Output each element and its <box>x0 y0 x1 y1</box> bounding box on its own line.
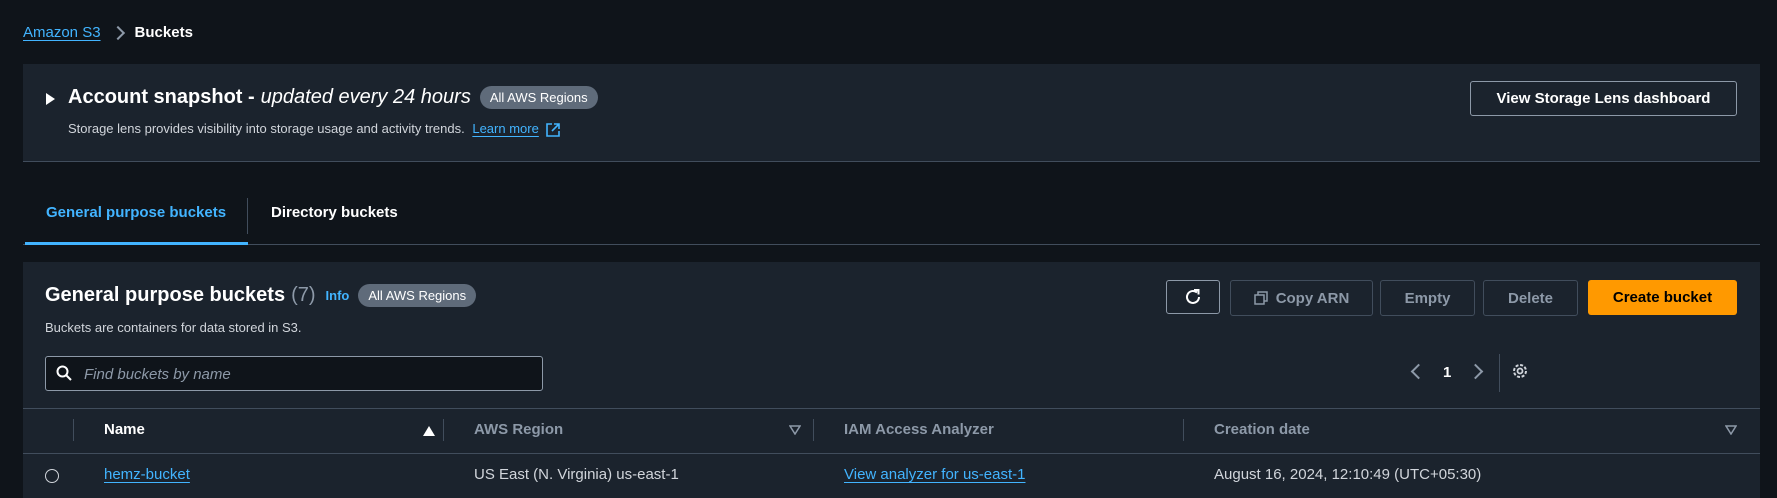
view-storage-lens-button[interactable]: View Storage Lens dashboard <box>1470 81 1737 116</box>
info-link[interactable]: Info <box>326 288 350 303</box>
view-analyzer-link[interactable]: View analyzer for us-east-1 <box>844 466 1025 483</box>
column-divider[interactable] <box>813 419 814 441</box>
bucket-region: US East (N. Virginia) us-east-1 <box>474 466 679 483</box>
panel-title-text: General purpose buckets <box>45 284 286 306</box>
bucket-creation-date: August 16, 2024, 12:10:49 (UTC+05:30) <box>1214 466 1482 483</box>
buckets-panel: General purpose buckets (7) Info All AWS… <box>23 262 1760 498</box>
sort-icon[interactable] <box>1725 425 1737 435</box>
bucket-name-link[interactable]: hemz-bucket <box>104 466 190 483</box>
sort-icon[interactable] <box>789 425 801 435</box>
regions-badge: All AWS Regions <box>479 86 598 109</box>
previous-page-icon[interactable] <box>1410 363 1427 380</box>
empty-button[interactable]: Empty <box>1380 280 1475 316</box>
snapshot-description: Storage lens provides visibility into st… <box>68 121 561 137</box>
sort-ascending-icon[interactable] <box>423 426 435 436</box>
account-snapshot-panel: Account snapshot - updated every 24 hour… <box>23 64 1760 162</box>
breadcrumb-amazon-s3-link[interactable]: Amazon S3 <box>23 24 101 41</box>
column-aws-region[interactable]: AWS Region <box>474 421 563 438</box>
learn-more-link[interactable]: Learn more <box>472 121 538 136</box>
tab-general-purpose-buckets[interactable]: General purpose buckets <box>46 204 226 221</box>
delete-button[interactable]: Delete <box>1483 280 1578 316</box>
chevron-right-icon <box>110 25 125 40</box>
tab-divider <box>247 198 248 234</box>
tab-directory-buckets[interactable]: Directory buckets <box>271 204 398 221</box>
column-name[interactable]: Name <box>104 421 145 438</box>
column-divider[interactable] <box>443 419 444 441</box>
expand-caret-icon[interactable] <box>46 93 55 105</box>
regions-badge: All AWS Regions <box>358 284 477 307</box>
bucket-count: (7) <box>291 284 316 306</box>
gear-icon[interactable] <box>1511 362 1529 380</box>
search-icon <box>56 365 72 381</box>
snapshot-title-em: updated every 24 hours <box>260 86 471 108</box>
refresh-icon <box>1186 289 1200 304</box>
bucket-tabs: General purpose buckets Directory bucket… <box>23 188 1760 245</box>
page-number[interactable]: 1 <box>1443 364 1451 381</box>
active-tab-indicator <box>25 242 248 245</box>
refresh-button[interactable] <box>1166 280 1220 314</box>
column-iam-access-analyzer: IAM Access Analyzer <box>844 421 994 438</box>
column-divider[interactable] <box>1183 419 1184 441</box>
column-divider <box>73 419 74 441</box>
breadcrumb-current: Buckets <box>134 24 193 41</box>
column-creation-date[interactable]: Creation date <box>1214 421 1310 438</box>
table-header: Name AWS Region IAM Access Analyzer Crea… <box>23 408 1760 454</box>
row-select-radio[interactable] <box>45 469 59 483</box>
search-box <box>45 356 543 392</box>
copy-arn-label: Copy ARN <box>1275 289 1350 307</box>
pagination-divider <box>1499 354 1500 392</box>
account-snapshot-title[interactable]: Account snapshot - updated every 24 hour… <box>68 86 598 109</box>
external-link-icon[interactable] <box>546 122 561 137</box>
search-input[interactable] <box>82 357 536 392</box>
snapshot-title-text: Account snapshot - <box>68 86 255 108</box>
copy-arn-button[interactable]: Copy ARN <box>1230 280 1373 316</box>
buckets-panel-title: General purpose buckets (7) Info All AWS… <box>45 284 477 307</box>
table-row: hemz-bucket US East (N. Virginia) us-eas… <box>23 453 1760 497</box>
breadcrumb: Amazon S3 Buckets <box>23 24 193 41</box>
next-page-icon[interactable] <box>1467 363 1484 380</box>
panel-description: Buckets are containers for data stored i… <box>45 320 302 335</box>
copy-icon <box>1253 291 1268 305</box>
create-bucket-button[interactable]: Create bucket <box>1588 280 1737 315</box>
snapshot-description-text: Storage lens provides visibility into st… <box>68 121 465 136</box>
